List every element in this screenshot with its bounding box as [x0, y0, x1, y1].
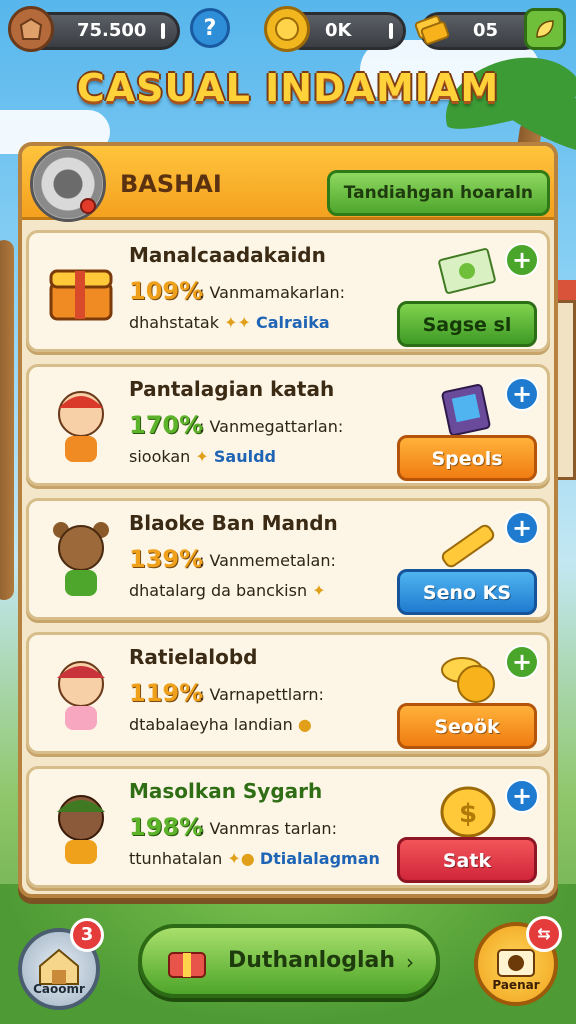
resource-value: 05	[473, 20, 499, 41]
card-percent: 198%	[129, 813, 204, 841]
svg-text:$: $	[459, 799, 477, 829]
card-percent: 109%	[129, 277, 204, 305]
settings-gear-icon[interactable]	[30, 146, 106, 222]
swap-badge: ⇆	[526, 916, 562, 952]
top-bar: 75.500 ? 0K 05	[6, 6, 570, 54]
quest-card: Blaoke Ban Mandn 139% : Vanmemetalan: dh…	[26, 498, 550, 620]
add-plus-icon[interactable]: +	[505, 779, 539, 813]
coin-stack-icon	[427, 645, 507, 711]
card-title: Masolkan Sygarh	[129, 779, 323, 803]
record-dot-icon	[80, 198, 96, 214]
notification-badge: 3	[70, 918, 104, 952]
resource-divider	[389, 23, 393, 39]
card-detail: dhatalarg da banckisn ✦	[129, 581, 326, 600]
card-detail-text: dhatalarg da banckisn	[129, 581, 308, 600]
card-detail-text: dhahstatak	[129, 313, 219, 332]
card-description: : Vanmamakarlan:	[199, 283, 346, 302]
card-title: Blaoke Ban Mandn	[129, 511, 338, 535]
card-detail-highlight: Sauldd	[213, 447, 276, 466]
leaf-icon[interactable]	[524, 8, 566, 50]
card-detail-highlight: Dtialalagman	[259, 849, 380, 868]
card-detail-text: siookan	[129, 447, 191, 466]
card-action-button[interactable]: Seoök	[397, 703, 537, 749]
card-description: : Vanmras tarlan:	[199, 819, 337, 838]
card-action-button[interactable]: Satk	[397, 837, 537, 883]
home-label: Caoomr	[33, 982, 85, 996]
quest-card: Ratielalobd 119% : Varnapettlarn: dtabal…	[26, 632, 550, 754]
boy-red-cap-avatar	[43, 381, 119, 473]
chevron-right-icon: ›	[406, 950, 414, 974]
quest-card: Pantalagian katah 170% : Vanmegattarlan:…	[26, 364, 550, 486]
resource-value: 75.500	[77, 20, 147, 41]
card-detail: dtabalaeyha landian ●	[129, 715, 312, 734]
gift-icon	[164, 938, 210, 984]
resource-value: 0K	[325, 20, 352, 41]
bag-icon[interactable]	[8, 6, 54, 52]
tree-trunk	[0, 240, 14, 600]
card-title: Pantalagian katah	[129, 377, 335, 401]
panel-title: BASHAI	[120, 170, 222, 198]
card-percent: 170%	[129, 411, 204, 439]
quest-card: Manalcaadakaidn 109% : Vanmamakarlan: dh…	[26, 230, 550, 352]
card-percent: 139%	[129, 545, 204, 573]
card-detail-text: ttunhatalan	[129, 849, 223, 868]
add-plus-icon[interactable]: +	[505, 243, 539, 277]
book-icon	[427, 377, 507, 443]
card-action-button[interactable]: Speols	[397, 435, 537, 481]
money-bills-icon	[427, 243, 507, 309]
card-detail-highlight: Calraika	[256, 313, 330, 332]
girl-red-cap-avatar	[43, 649, 119, 741]
card-title: Ratielalobd	[129, 645, 258, 669]
card-description: : Varnapettlarn:	[199, 685, 324, 704]
card-description: : Vanmegattarlan:	[199, 417, 344, 436]
card-detail: siookan ✦ Sauldd	[129, 447, 276, 466]
card-percent: 119%	[129, 679, 204, 707]
question-icon[interactable]: ?	[190, 8, 230, 48]
gold-coin-icon: $	[427, 779, 507, 845]
main-action-button[interactable]: Duthanloglah ›	[138, 924, 440, 998]
bear-avatar	[43, 515, 119, 607]
quest-card: Masolkan Sygarh 198% : Vanmras tarlan: t…	[26, 766, 550, 888]
game-title: CASUAL INDAMIAM	[76, 66, 500, 110]
coin-icon[interactable]	[264, 6, 310, 52]
panel-header-button[interactable]: Tandiahgan hoaraln	[326, 170, 550, 216]
panel-header: BASHAI Tandiahgan hoaraln	[22, 146, 554, 222]
resource-divider	[161, 23, 165, 39]
game-scene: 75.500 ? 0K 05 CASUAL INDAMIAM BASHAI Ta…	[0, 0, 576, 1024]
card-description: : Vanmemetalan:	[199, 551, 336, 570]
camera-label: Paenar	[492, 978, 540, 992]
card-action-button[interactable]: Seno KS	[397, 569, 537, 615]
gold-bar-icon[interactable]	[408, 6, 454, 52]
card-detail: dhahstatak ✦✦ Calraika	[129, 313, 330, 332]
card-detail-text: dtabalaeyha landian	[129, 715, 293, 734]
add-plus-icon[interactable]: +	[505, 645, 539, 679]
add-plus-icon[interactable]: +	[505, 511, 539, 545]
card-action-button[interactable]: Sagse sl	[397, 301, 537, 347]
card-title: Manalcaadakaidn	[129, 243, 326, 267]
gold-ingot-icon	[427, 511, 507, 577]
add-plus-icon[interactable]: +	[505, 377, 539, 411]
quest-panel: BASHAI Tandiahgan hoaraln Manalcaadakaid…	[18, 142, 558, 898]
treasure-chest-icon	[43, 247, 119, 339]
boy-green-cap-avatar	[43, 783, 119, 875]
card-detail: ttunhatalan ✦● Dtialalagman	[129, 849, 380, 868]
main-action-label: Duthanloglah	[228, 948, 396, 973]
